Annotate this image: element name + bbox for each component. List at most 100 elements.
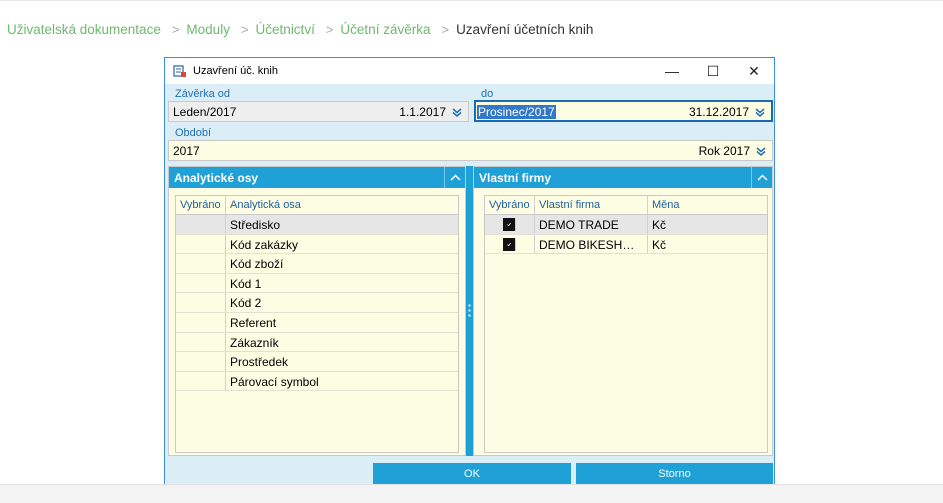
dropdown-chevron-icon[interactable] — [754, 144, 768, 158]
table-row[interactable]: Párovací symbol — [176, 371, 458, 392]
selected-cell[interactable] — [176, 254, 226, 273]
close-books-dialog: Uzavření úč. knih — ☐ ✕ Závěrka od Leden… — [164, 57, 775, 485]
ok-button[interactable]: OK — [373, 463, 571, 484]
selected-cell[interactable] — [176, 293, 226, 312]
table-row[interactable]: Středisko — [176, 215, 458, 235]
checkbox-checked-icon[interactable] — [503, 218, 516, 231]
maximize-icon: ☐ — [706, 62, 720, 79]
close-button[interactable]: ✕ — [734, 58, 774, 84]
close-icon: ✕ — [748, 62, 760, 79]
axis-name-cell: Středisko — [230, 218, 281, 232]
checkbox-checked-icon[interactable] — [503, 237, 516, 251]
selected-cell[interactable] — [176, 312, 226, 332]
column-header-axis[interactable]: Analytická osa — [226, 196, 458, 214]
breadcrumb: Uživatelská dokumentace > Moduly > Účetn… — [7, 20, 593, 38]
collapse-button[interactable] — [751, 167, 772, 188]
breadcrumb-link-docs[interactable]: Uživatelská dokumentace — [7, 22, 161, 37]
breadcrumb-link-closing[interactable]: Účetní závěrka — [340, 22, 430, 37]
column-header-selected[interactable]: Vybráno — [485, 196, 535, 214]
selected-cell[interactable] — [176, 234, 226, 254]
chevron-up-icon — [756, 174, 768, 181]
axis-name-cell: Zákazník — [230, 335, 279, 350]
column-header-selected[interactable]: Vybráno — [176, 196, 226, 214]
period-label: Období — [175, 127, 212, 139]
own-firms-header: Vlastní firmy — [474, 167, 772, 188]
cancel-button[interactable]: Storno — [576, 463, 773, 484]
chevron-up-icon — [449, 174, 461, 181]
selected-cell[interactable] — [176, 273, 226, 293]
period-field[interactable]: 2017 Rok 2017 — [168, 140, 773, 161]
axis-name-cell: Párovací symbol — [230, 374, 319, 389]
breadcrumb-separator: > — [171, 21, 180, 37]
table-row[interactable]: DEMO TRADE Kč — [485, 215, 767, 235]
own-firms-title: Vlastní firmy — [479, 171, 552, 185]
dialog-title: Uzavření úč. knih — [193, 65, 278, 77]
table-row[interactable]: Referent — [176, 312, 458, 333]
selected-cell[interactable] — [485, 234, 535, 254]
page-footer-strip — [0, 484, 943, 503]
axis-name-cell: Kód zboží — [230, 257, 284, 272]
grid-header: Vybráno Vlastní firma Měna — [485, 196, 767, 215]
currency-cell: Kč — [652, 218, 667, 232]
splitter-grip-icon — [468, 303, 471, 319]
breadcrumb-separator: > — [441, 21, 450, 37]
to-label: do — [481, 88, 494, 100]
dropdown-chevron-icon[interactable] — [753, 105, 767, 119]
dialog-titlebar[interactable]: Uzavření úč. knih — ☐ ✕ — [165, 58, 774, 84]
maximize-button[interactable]: ☐ — [693, 58, 733, 84]
breadcrumb-separator: > — [325, 21, 334, 37]
analytic-axes-header: Analytické osy — [169, 167, 465, 188]
selected-cell[interactable] — [176, 352, 226, 371]
breadcrumb-link-accounting[interactable]: Účetnictví — [256, 22, 315, 37]
currency-cell: Kč — [652, 237, 667, 252]
collapse-button[interactable] — [444, 167, 465, 188]
selected-cell[interactable] — [176, 371, 226, 391]
axis-name-cell: Kód zakázky — [230, 237, 299, 252]
period-value: 2017 — [173, 144, 200, 158]
period-detail: Rok 2017 — [698, 144, 750, 158]
axis-name-cell: Prostředek — [230, 355, 289, 370]
panel-splitter[interactable] — [466, 166, 473, 456]
from-date: 1.1.2017 — [399, 105, 446, 119]
minimize-icon: — — [665, 63, 679, 79]
to-value: Prosinec/2017 — [477, 105, 556, 119]
table-row[interactable]: Kód 2 — [176, 293, 458, 313]
analytic-axes-grid: Vybráno Analytická osa Středisko Kód zaká… — [175, 195, 459, 453]
axis-name-cell: Kód 2 — [230, 296, 262, 311]
from-field[interactable]: Leden/2017 1.1.2017 — [168, 101, 469, 122]
top-border — [0, 0, 943, 1]
app-icon — [173, 65, 186, 77]
firm-name-cell: DEMO BIKESHOP ... — [535, 234, 648, 254]
table-row[interactable]: Kód 1 — [176, 273, 458, 294]
axis-name-cell: Referent — [230, 315, 277, 330]
to-date: 31.12.2017 — [688, 105, 749, 119]
selected-cell[interactable] — [176, 215, 226, 234]
table-row[interactable]: Prostředek — [176, 352, 458, 372]
column-header-currency[interactable]: Měna — [648, 196, 767, 214]
firm-rows: DEMO TRADE Kč DEMO BIKESHOP ... Kč — [485, 215, 767, 255]
table-row[interactable]: Kód zboží — [176, 254, 458, 274]
to-value-wrap: Prosinec/2017 — [477, 105, 556, 119]
analytic-axes-panel: Analytické osy Vybráno Analytická osa St… — [168, 166, 466, 456]
breadcrumb-separator: > — [240, 21, 249, 37]
selected-cell[interactable] — [176, 332, 226, 352]
analytic-rows: Středisko Kód zakázky Kód zboží Kód 1 Kód 2 R… — [176, 215, 458, 392]
firm-name-cell: DEMO TRADE — [535, 215, 648, 234]
column-header-firm[interactable]: Vlastní firma — [535, 196, 648, 214]
table-row[interactable]: DEMO BIKESHOP ... Kč — [485, 234, 767, 255]
table-row[interactable]: Kód zakázky — [176, 234, 458, 255]
from-value: Leden/2017 — [173, 105, 237, 119]
own-firms-grid: Vybráno Vlastní firma Měna DEMO TRADE Kč D… — [484, 195, 768, 453]
axis-name-cell: Kód 1 — [230, 276, 262, 291]
to-field[interactable]: Prosinec/2017 31.12.2017 — [474, 100, 773, 122]
from-label: Závěrka od — [175, 88, 231, 100]
breadcrumb-link-modules[interactable]: Moduly — [186, 22, 230, 37]
dropdown-chevron-icon[interactable] — [450, 105, 464, 119]
breadcrumb-current: Uzavření účetních knih — [456, 21, 594, 37]
analytic-axes-title: Analytické osy — [174, 171, 259, 185]
grid-header: Vybráno Analytická osa — [176, 196, 458, 215]
minimize-button[interactable]: — — [652, 58, 692, 84]
own-firms-panel: Vlastní firmy Vybráno Vlastní firma Měna… — [473, 166, 773, 456]
table-row[interactable]: Zákazník — [176, 332, 458, 353]
selected-cell[interactable] — [485, 215, 535, 234]
